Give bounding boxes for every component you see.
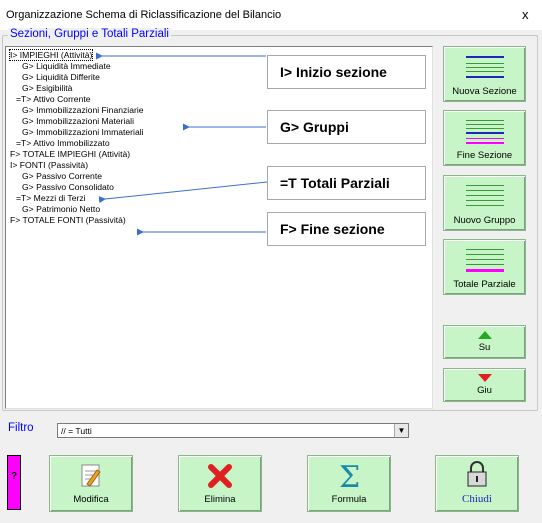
fine-sezione-icon bbox=[466, 120, 504, 144]
filter-select[interactable]: // = Tutti bbox=[57, 423, 409, 438]
fine-sezione-button[interactable]: Fine Sezione bbox=[443, 110, 526, 166]
nuovo-gruppo-button[interactable]: Nuovo Gruppo bbox=[443, 175, 526, 231]
filter-label: Filtro bbox=[8, 422, 34, 434]
sigma-icon: Σ bbox=[339, 460, 360, 492]
fine-sezione-label: Fine Sezione bbox=[456, 150, 513, 161]
nuova-sezione-label: Nuova Sezione bbox=[452, 86, 517, 97]
nuovo-gruppo-label: Nuovo Gruppo bbox=[453, 215, 516, 226]
arrow-down-icon bbox=[478, 374, 492, 382]
modifica-label: Modifica bbox=[73, 494, 109, 505]
sections-group-label: Sezioni, Gruppi e Totali Parziali bbox=[8, 28, 171, 40]
svg-text:Σ: Σ bbox=[339, 460, 360, 492]
edit-note-icon bbox=[81, 464, 101, 487]
delete-x-icon bbox=[208, 464, 232, 488]
totale-parziale-label: Totale Parziale bbox=[453, 279, 516, 290]
nuova-sezione-button[interactable]: Nuova Sezione bbox=[443, 46, 526, 102]
nuovo-gruppo-icon bbox=[466, 185, 504, 206]
formula-label: Formula bbox=[331, 494, 367, 505]
chiudi-button[interactable]: Chiudi bbox=[435, 455, 519, 512]
elimina-label: Elimina bbox=[204, 494, 236, 505]
close-button[interactable]: x bbox=[522, 7, 529, 22]
totale-parziale-icon bbox=[466, 249, 504, 272]
sections-tree-list[interactable]: I> IMPIEGHI (Attività) G> Liquidità Imme… bbox=[5, 46, 433, 409]
su-button[interactable]: Su bbox=[443, 325, 526, 359]
formula-button[interactable]: Σ Formula bbox=[307, 455, 391, 512]
arrow-totali bbox=[98, 181, 268, 204]
totale-parziale-button[interactable]: Totale Parziale bbox=[443, 239, 526, 295]
window-title: Organizzazione Schema di Riclassificazio… bbox=[6, 9, 282, 21]
callout-arrows bbox=[96, 52, 268, 236]
padlock-icon bbox=[467, 461, 487, 487]
giu-label: Giu bbox=[477, 385, 492, 396]
arrow-up-icon bbox=[478, 331, 492, 339]
su-label: Su bbox=[478, 342, 491, 353]
nuova-sezione-icon bbox=[466, 56, 504, 78]
elimina-button[interactable]: Elimina bbox=[178, 455, 262, 512]
help-button[interactable]: ? bbox=[7, 455, 21, 510]
modifica-button[interactable]: Modifica bbox=[49, 455, 133, 512]
chevron-down-icon[interactable]: ▼ bbox=[394, 424, 408, 437]
giu-button[interactable]: Giu bbox=[443, 368, 526, 402]
chiudi-label: Chiudi bbox=[462, 493, 492, 505]
